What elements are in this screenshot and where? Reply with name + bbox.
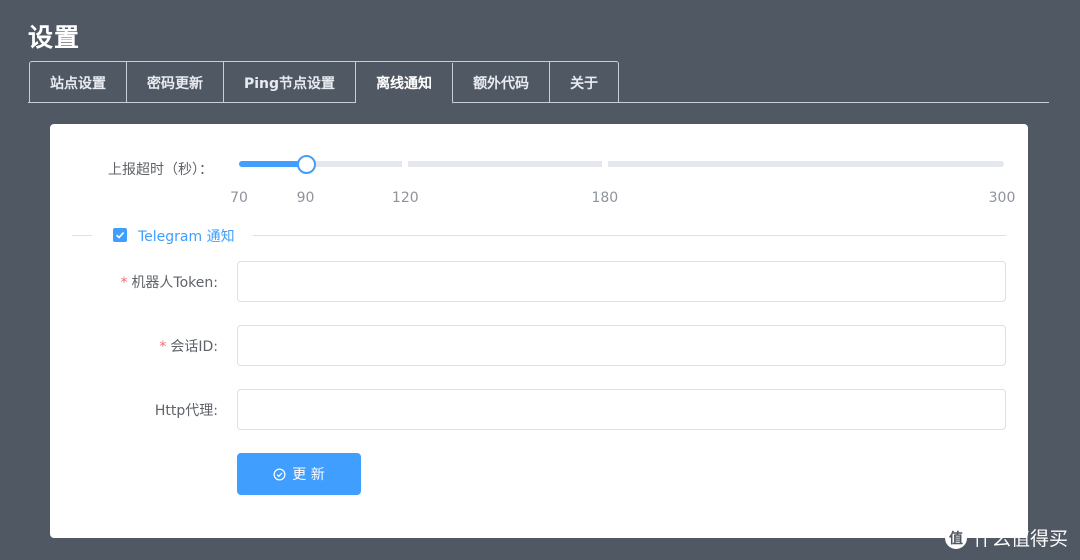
slider-mark-90: 90 bbox=[296, 190, 315, 206]
chat-id-label: * 会话ID: bbox=[0, 336, 218, 356]
proxy-input[interactable] bbox=[237, 389, 1006, 430]
settings-tabs: 站点设置 密码更新 Ping节点设置 离线通知 额外代码 关于 bbox=[29, 61, 620, 104]
token-label-text: 机器人Token: bbox=[131, 275, 218, 291]
timeout-slider-track[interactable] bbox=[239, 161, 1004, 167]
check-icon bbox=[115, 232, 125, 239]
token-input[interactable] bbox=[237, 261, 1006, 302]
timeout-label: 上报超时（秒）： bbox=[108, 162, 213, 178]
update-button-label: 更 新 bbox=[292, 467, 325, 483]
watermark: 值 什么值得买 bbox=[944, 524, 1068, 551]
token-label: * 机器人Token: bbox=[0, 272, 218, 292]
page-title: 设置 bbox=[28, 23, 81, 52]
timeout-slider-handle[interactable] bbox=[296, 155, 316, 174]
settings-page: 设置 站点设置 密码更新 Ping节点设置 离线通知 额外代码 关于 上报超时（… bbox=[0, 0, 1080, 560]
section-divider-right bbox=[253, 235, 1006, 236]
slider-mark-120: 120 bbox=[391, 190, 419, 206]
slider-stop bbox=[402, 161, 409, 167]
slider-stop bbox=[601, 161, 608, 167]
required-mark: * bbox=[159, 339, 167, 355]
slider-mark-70: 70 bbox=[230, 190, 248, 206]
watermark-logo-icon: 值 bbox=[944, 526, 967, 549]
section-divider-left bbox=[72, 235, 92, 236]
slider-mark-300: 300 bbox=[988, 190, 1016, 206]
telegram-checkbox[interactable] bbox=[113, 228, 127, 242]
update-button[interactable]: 更 新 bbox=[237, 453, 361, 495]
telegram-checkbox-label[interactable]: Telegram 通知 bbox=[138, 226, 235, 246]
tab-password-update[interactable]: 密码更新 bbox=[127, 62, 224, 103]
required-mark: * bbox=[120, 275, 128, 291]
timeout-slider-fill bbox=[239, 161, 306, 167]
tab-offline-notify[interactable]: 离线通知 bbox=[356, 63, 454, 104]
chat-id-label-text: 会话ID: bbox=[170, 339, 218, 355]
tab-about[interactable]: 关于 bbox=[550, 62, 618, 103]
proxy-label-text: Http代理: bbox=[154, 403, 218, 419]
slider-mark-180: 180 bbox=[591, 190, 619, 206]
tab-extra-code[interactable]: 额外代码 bbox=[453, 62, 551, 103]
tab-site-settings[interactable]: 站点设置 bbox=[30, 62, 127, 103]
chat-id-input[interactable] bbox=[237, 325, 1006, 366]
check-circle-icon bbox=[273, 468, 286, 480]
proxy-label: Http代理: bbox=[0, 400, 218, 420]
tab-ping-nodes[interactable]: Ping节点设置 bbox=[224, 62, 357, 103]
watermark-text: 什么值得买 bbox=[972, 528, 1068, 550]
